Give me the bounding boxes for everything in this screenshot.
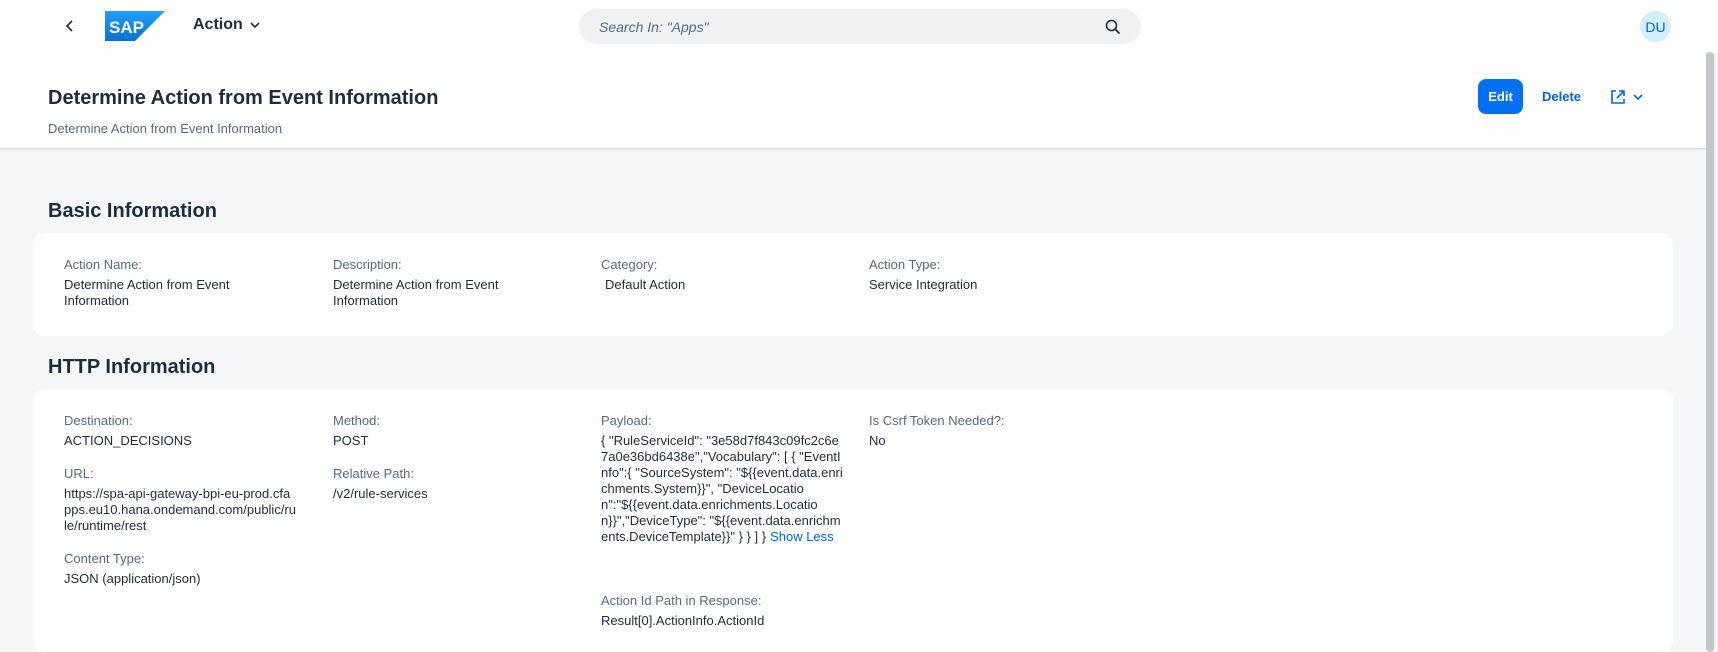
show-less-link[interactable]: Show Less xyxy=(770,529,834,544)
share-menu-button[interactable] xyxy=(1604,79,1650,114)
category-label: Category: xyxy=(601,257,658,272)
http-info-card: Destination: ACTION_DECISIONS URL: https… xyxy=(33,389,1673,652)
basic-info-title: Basic Information xyxy=(48,200,217,222)
description-value: Determine Action from Event Information xyxy=(333,277,499,308)
description-field: Description: Determine Action from Event… xyxy=(333,257,573,309)
payload-label: Payload: xyxy=(601,413,652,428)
action-type-field: Action Type: Service Integration xyxy=(869,257,1109,293)
payload-text: { "RuleServiceId": "3e58d7f843c09fc2c6e7… xyxy=(601,433,843,544)
content-type-value: JSON (application/json) xyxy=(64,571,201,586)
chevron-down-icon xyxy=(1633,93,1643,100)
url-label: URL: xyxy=(64,466,94,481)
url-field: URL: https://spa-api-gateway-bpi-eu-prod… xyxy=(64,466,296,534)
method-label: Method: xyxy=(333,413,380,428)
object-header: Determine Action from Event Information … xyxy=(0,52,1706,148)
payload-value: { "RuleServiceId": "3e58d7f843c09fc2c6e7… xyxy=(601,433,843,545)
page-subtitle: Determine Action from Event Information xyxy=(48,121,283,136)
relative-path-value: /v2/rule-services xyxy=(333,486,428,501)
csrf-value: No xyxy=(869,433,886,448)
destination-label: Destination: xyxy=(64,413,133,428)
share-icon xyxy=(1611,89,1625,104)
page-title: Determine Action from Event Information xyxy=(48,87,439,109)
action-type-value: Service Integration xyxy=(869,277,978,292)
action-name-value: Determine Action from Event Information xyxy=(64,277,230,308)
category-value: Default Action xyxy=(605,277,686,292)
basic-info-card: Action Name: Determine Action from Event… xyxy=(33,233,1673,336)
content-type-field: Content Type: JSON (application/json) xyxy=(64,551,304,587)
chevron-down-icon xyxy=(250,22,260,29)
svg-text:SAP: SAP xyxy=(109,18,144,37)
destination-value: ACTION_DECISIONS xyxy=(64,433,192,448)
action-id-path-value: Result[0].ActionInfo.ActionId xyxy=(601,613,765,628)
search-placeholder: Search In: "Apps" xyxy=(599,18,709,35)
action-id-path-label: Action Id Path in Response: xyxy=(601,593,762,608)
content-type-label: Content Type: xyxy=(64,551,145,566)
shell-bar: SAP Action Search In: "Apps" DU xyxy=(0,0,1718,52)
csrf-field: Is Csrf Token Needed?: No xyxy=(869,413,1109,449)
payload-field: Payload: { "RuleServiceId": "3e58d7f843c… xyxy=(601,413,843,545)
app-title-menu[interactable]: Action xyxy=(193,16,261,34)
relative-path-field: Relative Path: /v2/rule-services xyxy=(333,466,573,502)
action-id-path-field: Action Id Path in Response: Result[0].Ac… xyxy=(601,593,841,629)
method-value: POST xyxy=(333,433,369,448)
action-name-field: Action Name: Determine Action from Event… xyxy=(64,257,304,309)
search-icon[interactable] xyxy=(1105,19,1121,35)
destination-field: Destination: ACTION_DECISIONS xyxy=(64,413,304,449)
delete-button[interactable]: Delete xyxy=(1532,79,1591,114)
back-button[interactable] xyxy=(58,14,82,38)
action-name-label: Action Name: xyxy=(64,257,143,272)
method-field: Method: POST xyxy=(333,413,573,449)
back-icon xyxy=(65,20,73,32)
search-field[interactable]: Search In: "Apps" xyxy=(579,9,1141,44)
user-avatar[interactable]: DU xyxy=(1640,11,1671,42)
app-title: Action xyxy=(193,16,243,33)
category-field: Category: Default Action xyxy=(601,257,841,293)
edit-button[interactable]: Edit xyxy=(1478,79,1523,114)
url-value: https://spa-api-gateway-bpi-eu-prod.cfap… xyxy=(64,486,296,533)
description-label: Description: xyxy=(333,257,402,272)
scrollbar[interactable] xyxy=(1706,52,1714,652)
relative-path-label: Relative Path: xyxy=(333,466,414,481)
action-type-label: Action Type: xyxy=(869,257,941,272)
sap-logo[interactable]: SAP xyxy=(105,11,165,41)
csrf-label: Is Csrf Token Needed?: xyxy=(869,413,1005,428)
http-info-title: HTTP Information xyxy=(48,356,216,378)
